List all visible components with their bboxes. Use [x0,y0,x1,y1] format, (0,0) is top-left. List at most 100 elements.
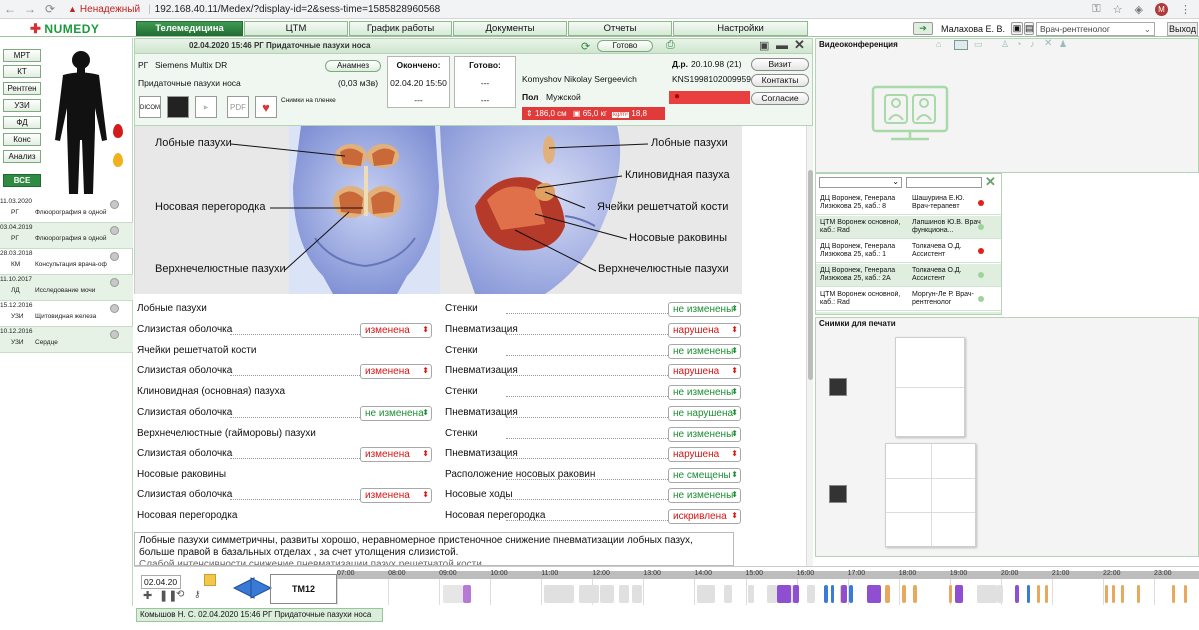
urine-drop-icon[interactable] [113,153,123,167]
filter-analysis[interactable]: Анализ [3,150,41,163]
url-text[interactable]: 192.168.40.11/Medex/?display-id=2&sess-t… [155,4,441,15]
appointment-block[interactable] [849,585,853,603]
refresh-icon[interactable]: ⟳ [581,40,590,53]
appointment-block[interactable] [1112,585,1115,603]
field-select[interactable]: нарушена ⬍ [668,364,741,379]
history-item[interactable]: 11.10.2017 ЛД Исследование мочи [0,275,133,301]
conclusion-textarea[interactable]: Лобные пазухи симметричны, развиты хорош… [134,532,734,566]
screen-icon[interactable]: ▭ [974,39,983,50]
appointment-block[interactable] [949,585,952,603]
viewer-tool[interactable] [167,96,189,118]
consent-button[interactable]: Согласие [751,92,809,105]
appointment-block[interactable] [902,585,906,603]
appointment-block[interactable] [443,585,463,603]
tool-icon[interactable]: ⌂ [936,39,941,49]
field-select[interactable]: не изменены ⬍ [668,302,741,317]
field-select[interactable]: изменена ⬍ [360,447,432,462]
star-icon[interactable]: ☆ [1113,3,1123,16]
user-card-icon[interactable]: ▣ [1011,22,1023,35]
history-item[interactable]: 10.12.2016 УЗИ Сердце [0,327,133,353]
tab-schedule[interactable]: График работы [349,21,452,36]
plus-icon[interactable]: ✚ [143,589,152,602]
appointment-block[interactable] [463,585,471,603]
print-sheet[interactable] [885,443,976,547]
exit-button[interactable]: Выход [1167,22,1198,36]
mic-icon[interactable]: ♪ [1030,39,1035,49]
layout-icon[interactable] [954,40,968,50]
heart-tool[interactable]: ♥ [255,96,277,118]
filter-xray[interactable]: Рентген [3,82,41,95]
appointment-block[interactable] [544,585,574,603]
appointment-block[interactable] [1027,585,1030,603]
chart-icon[interactable]: ◔ [1016,39,1021,49]
field-select[interactable]: не нарушена ⬍ [668,406,741,421]
field-select[interactable]: искривлена ⬍ [668,509,741,524]
field-select[interactable]: не смещены ⬍ [668,468,741,483]
person-icon[interactable]: ♙ [1001,39,1009,50]
appointment-block[interactable] [579,585,599,603]
field-select[interactable]: нарушена ⬍ [668,323,741,338]
field-select[interactable]: не изменены ⬍ [668,344,741,359]
close-call-icon[interactable]: ✕ [1044,38,1052,49]
print-sheet[interactable] [895,337,965,437]
contact-row[interactable]: ДЦ Воронеж, Генерала Лизюкова 25, каб.: … [816,192,1001,215]
field-select[interactable]: изменена ⬍ [360,488,432,503]
field-select[interactable]: не изменены ⬍ [668,488,741,503]
appointment-block[interactable] [1105,585,1108,603]
field-select[interactable]: нарушена ⬍ [668,447,741,462]
appointment-block[interactable] [1137,585,1140,603]
key-icon[interactable]: ⚿ [1092,3,1100,16]
appointment-block[interactable] [977,585,997,603]
lock-icon[interactable]: ▤ [1024,22,1034,35]
anamnesis-button[interactable]: Анамнез [325,60,381,72]
calendar-icon[interactable] [204,574,216,586]
ready-button[interactable]: Готово [597,40,653,52]
filter-us[interactable]: УЗИ [3,99,41,112]
appointment-block[interactable] [807,585,815,603]
pause-icon[interactable]: ❚❚ [159,589,177,602]
appointment-block[interactable] [831,585,834,603]
appointment-block[interactable] [1015,585,1019,603]
pdf-tool[interactable]: PDF [227,96,249,118]
appointment-block[interactable] [777,585,791,603]
save-icon[interactable]: ▣ [759,39,769,52]
video-tool[interactable]: ▶ [195,96,217,118]
timeline-track[interactable] [337,579,1199,605]
menu-dots-icon[interactable]: ⋮ [1180,3,1191,16]
body-figure-icon[interactable] [49,48,113,196]
forward-icon[interactable]: → [20,2,40,16]
appointment-block[interactable] [913,585,917,603]
extension-icon[interactable]: ◈ [1135,3,1143,16]
dicom-tool[interactable]: DICOM [139,96,161,118]
arrow-right-icon[interactable]: ➔ [913,22,933,35]
appointment-block[interactable] [724,585,732,603]
contact-row[interactable]: ЦТМ Воронеж основнойМоргун-Ле Р. [816,312,1001,314]
scrollbar-thumb[interactable] [808,170,813,380]
appointment-block[interactable] [1037,585,1040,603]
timeline-date-input[interactable]: 02.04.20 [141,575,181,589]
contact-row[interactable]: ДЦ Воронеж, Генерала Лизюкова 25, каб.: … [816,240,1001,263]
org-filter-select[interactable]: ⌄ [819,177,902,188]
role-select[interactable]: Врач-рентгенолог ⌄ [1036,22,1155,36]
history-item[interactable]: 28.03.2018 КМ Консультация врача-оф [0,249,133,275]
print-thumbnail[interactable] [829,378,847,396]
contacts-button[interactable]: Контакты [751,74,809,87]
reload-icon[interactable]: ⟳ [40,2,60,16]
appointment-block[interactable] [885,585,890,603]
contact-row[interactable]: ДЦ Воронеж, Генерала Лизюкова 25, каб.: … [816,264,1001,287]
appointment-block[interactable] [1184,585,1187,603]
appointment-block[interactable] [841,585,847,603]
scrollbar[interactable] [806,126,813,566]
appointment-block[interactable] [824,585,828,603]
key-icon[interactable]: ⚷ [194,589,201,600]
back-icon[interactable]: ← [0,2,20,16]
print-icon[interactable]: ⎙ [666,39,675,52]
appointment-block[interactable] [1172,585,1175,603]
minimize-icon[interactable]: ▬ [776,38,788,52]
filter-ct[interactable]: КТ [3,65,41,78]
contact-row[interactable]: ЦТМ Воронеж основной, каб.: Rad Моргун-Ле… [816,288,1001,311]
filter-fd[interactable]: ФД [3,116,41,129]
appointment-block[interactable] [955,585,963,603]
field-select[interactable]: изменена ⬍ [360,323,432,338]
blood-group-bar[interactable]: ● [669,91,750,104]
